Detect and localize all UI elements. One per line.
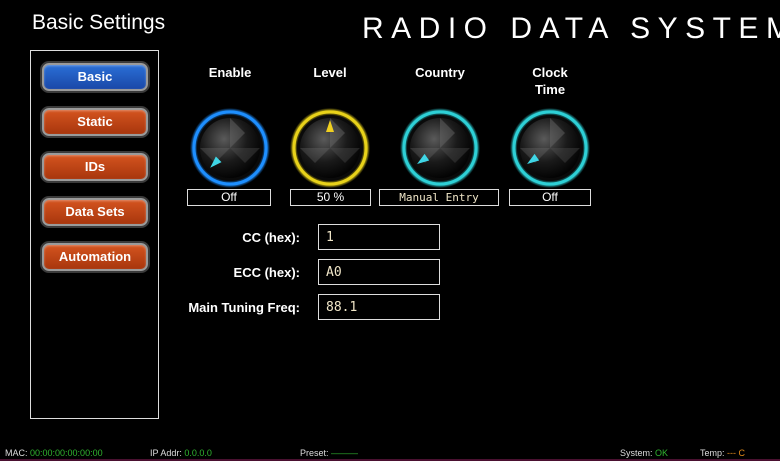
- mac-status: MAC: 00:00:00:00:00:00: [5, 448, 103, 458]
- system-status: System: OK: [620, 448, 669, 458]
- clock-time-value: Off: [509, 189, 591, 206]
- ecc-hex-label: ECC (hex):: [233, 265, 300, 280]
- temp-status: Temp: --- C: [700, 448, 746, 458]
- ip-status: IP Addr: 0.0.0.0: [150, 448, 212, 458]
- level-knob[interactable]: [289, 107, 371, 189]
- enable-knob-label: Enable: [208, 65, 252, 80]
- level-knob-label: Level: [313, 65, 347, 80]
- nav-static-button[interactable]: Static: [42, 108, 148, 136]
- app-title: RADIO DATA SYSTEM: [362, 12, 780, 45]
- ecc-hex-input[interactable]: [318, 259, 440, 285]
- country-value: Manual Entry: [379, 189, 499, 206]
- sidebar: Basic Static IDs Data Sets Automation: [30, 50, 159, 419]
- country-knob[interactable]: [399, 107, 481, 189]
- nav-basic-button[interactable]: Basic: [42, 63, 148, 91]
- page-title: Basic Settings: [32, 11, 166, 34]
- clock-time-knob-label: Clock Time: [532, 65, 568, 97]
- cc-hex-label: CC (hex):: [242, 230, 300, 245]
- nav-ids-button[interactable]: IDs: [42, 153, 148, 181]
- preset-status: Preset: ———: [300, 448, 359, 458]
- level-value: 50 %: [290, 189, 371, 206]
- status-bar: MAC: 00:00:00:00:00:00 IP Addr: 0.0.0.0 …: [0, 445, 780, 461]
- nav-data-sets-button[interactable]: Data Sets: [42, 198, 148, 226]
- clock-time-knob[interactable]: [509, 107, 591, 189]
- main-tuning-freq-input[interactable]: [318, 294, 440, 320]
- main-tuning-freq-label: Main Tuning Freq:: [188, 300, 300, 315]
- cc-hex-input[interactable]: [318, 224, 440, 250]
- nav-automation-button[interactable]: Automation: [42, 243, 148, 271]
- enable-knob[interactable]: [189, 107, 271, 189]
- country-knob-label: Country: [415, 65, 465, 80]
- enable-value: Off: [187, 189, 271, 206]
